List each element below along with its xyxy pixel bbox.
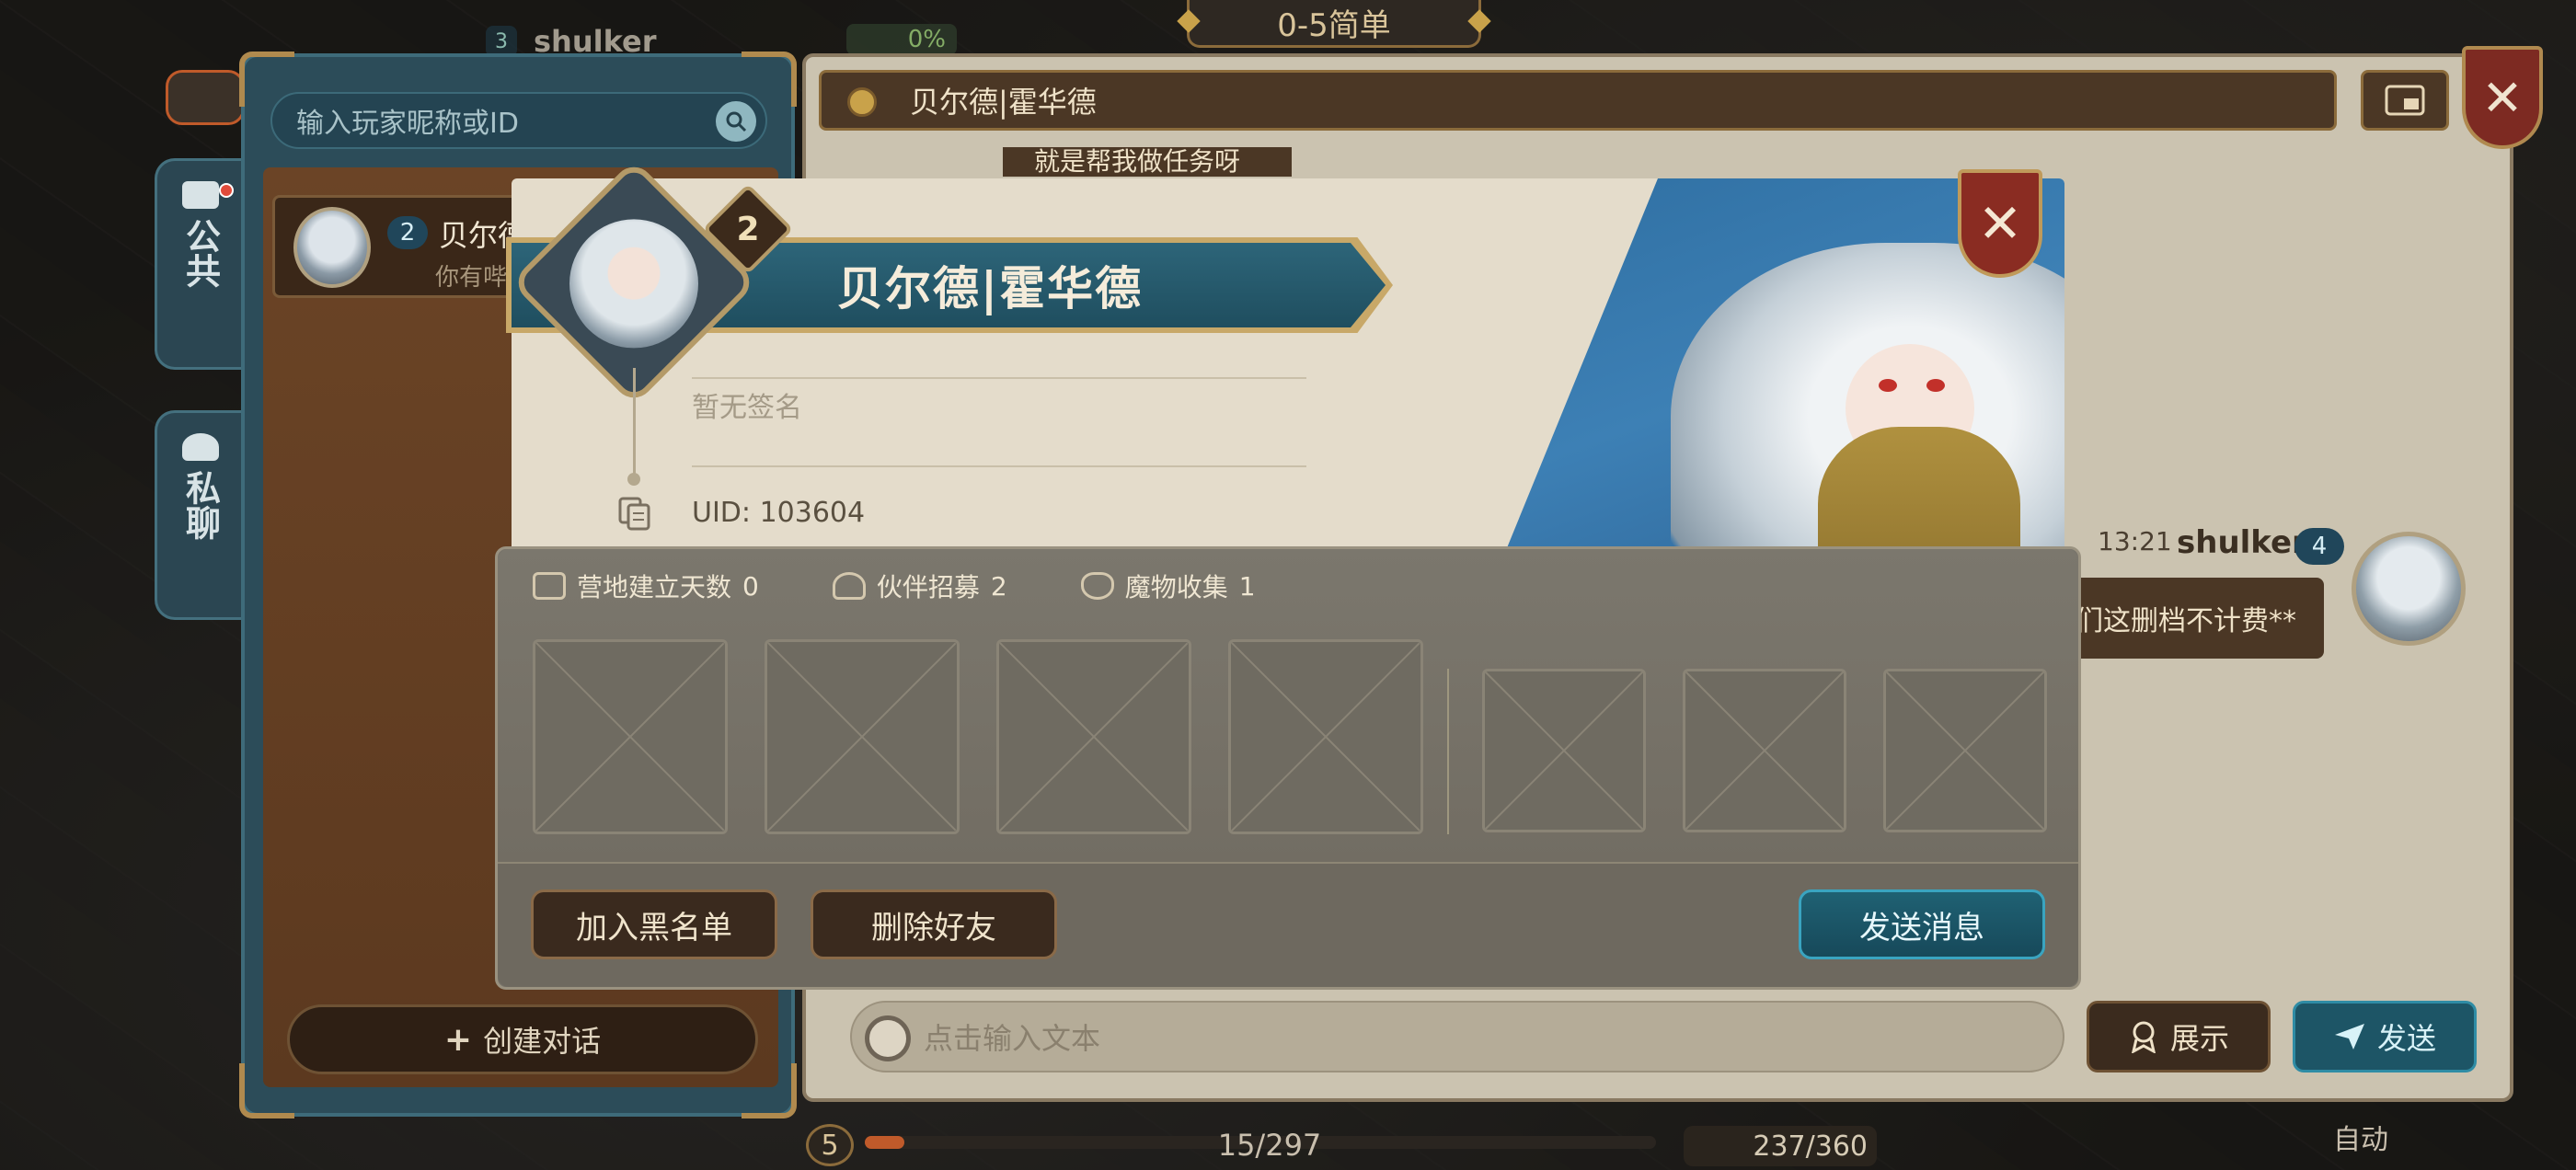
show-button[interactable]: 展示 <box>2087 1001 2271 1072</box>
stat-label: 营地建立天数 <box>577 572 732 602</box>
stage-indicator[interactable]: 0-5简单 <box>1177 0 1491 48</box>
friend-avatar <box>293 207 371 288</box>
tab-public-label: 公共 <box>179 218 221 288</box>
plus-icon: + <box>443 1020 473 1059</box>
stat-monster-collect: 魔物收集 1 <box>1080 568 1256 604</box>
chat-text-input[interactable]: 点击输入文本 <box>850 1001 2064 1072</box>
profile-level: 2 <box>736 210 760 248</box>
profile-name: 贝尔德|霍华德 <box>836 262 1144 315</box>
search-placeholder: 输入玩家昵称或ID <box>296 108 519 140</box>
send-button-label: 发送 <box>2376 1021 2436 1056</box>
bottom-level-badge: 5 <box>806 1124 854 1166</box>
empty-partner-slot[interactable] <box>533 639 728 834</box>
character-eye <box>1926 379 1945 392</box>
empty-partner-slot[interactable] <box>765 639 960 834</box>
send-button[interactable]: 发送 <box>2293 1001 2477 1072</box>
profile-avatar-face <box>569 219 698 349</box>
signature-divider <box>692 377 1306 379</box>
screen-mode-button[interactable] <box>2361 70 2449 131</box>
uid-label: UID: <box>692 497 752 529</box>
slot-divider <box>1447 669 1449 834</box>
signature-divider <box>692 465 1306 467</box>
tab-private-label: 私聊 <box>179 470 221 540</box>
message-time: 13:21 <box>2098 526 2172 556</box>
profile-signature: 暂无签名 <box>692 392 802 424</box>
send-message-button[interactable]: 发送消息 <box>1799 889 2045 959</box>
stat-value: 1 <box>1238 570 1256 602</box>
delete-friend-button[interactable]: 删除好友 <box>811 889 1057 959</box>
sent-message-bubble: 我们这删档不计费** <box>2052 578 2324 659</box>
partner-slots <box>533 639 1423 834</box>
chat-partner-icon <box>847 87 877 117</box>
received-message-snippet: 就是帮我做任务呀 <box>1003 147 1292 177</box>
create-conversation-label: 创建对话 <box>483 1024 602 1059</box>
chat-bubble-icon[interactable] <box>166 70 245 125</box>
medal-icon <box>2131 1021 2156 1053</box>
message-sender-name: shulker <box>2177 524 2307 561</box>
profile-uid: UID: 103604 <box>692 497 865 529</box>
auto-button[interactable]: 自动 <box>2333 1117 2388 1157</box>
profile-close-button[interactable]: ✕ <box>1958 169 2042 278</box>
friend-search-input[interactable]: 输入玩家昵称或ID <box>270 92 767 149</box>
add-to-blacklist-button[interactable]: 加入黑名单 <box>531 889 777 959</box>
tab-public[interactable]: 公共 <box>155 158 243 370</box>
paper-plane-icon <box>2334 1024 2364 1050</box>
resource-counter: 237/360 <box>1684 1126 1877 1166</box>
uid-value: 103604 <box>759 497 866 529</box>
top-player-level: 3 <box>486 26 517 57</box>
friend-level-badge: 2 <box>387 216 428 249</box>
stat-partner-recruit: 伙伴招募 2 <box>832 568 1007 604</box>
chat-header: 贝尔德|霍华德 <box>819 70 2337 131</box>
monster-icon <box>1080 572 1114 600</box>
stat-label: 伙伴招募 <box>876 572 980 602</box>
stat-value: 2 <box>990 570 1007 602</box>
stat-value: 0 <box>742 570 759 602</box>
notification-dot <box>219 183 234 198</box>
stat-label: 魔物收集 <box>1124 572 1228 602</box>
private-chat-icon <box>181 433 219 461</box>
public-chat-icon <box>181 181 219 209</box>
decorative-line <box>633 368 636 478</box>
camp-house-icon <box>533 572 566 600</box>
monster-slots <box>1482 669 2047 832</box>
close-icon: ✕ <box>2481 68 2524 127</box>
screen-mode-icon <box>2385 85 2425 116</box>
chat-input-placeholder: 点击输入文本 <box>924 1021 1101 1056</box>
empty-monster-slot[interactable] <box>1883 669 2047 832</box>
stage-progress-fill <box>865 1136 904 1149</box>
profile-card-body: 营地建立天数 0 伙伴招募 2 魔物收集 1 加入黑名单 删除好友 发送消息 <box>495 546 2081 990</box>
empty-partner-slot[interactable] <box>1228 639 1423 834</box>
empty-monster-slot[interactable] <box>1683 669 1846 832</box>
stage-label: 0-5简单 <box>1277 7 1391 44</box>
stat-camp-days: 营地建立天数 0 <box>533 568 759 604</box>
decorative-dot <box>627 473 640 486</box>
profile-stats: 营地建立天数 0 伙伴招募 2 魔物收集 1 <box>533 568 1256 604</box>
top-percent-badge: 0% <box>846 24 957 55</box>
message-sender-level: 4 <box>2294 528 2344 565</box>
character-eye <box>1879 379 1897 392</box>
voice-icon[interactable] <box>865 1015 911 1061</box>
tab-private[interactable]: 私聊 <box>155 410 243 620</box>
empty-partner-slot[interactable] <box>996 639 1191 834</box>
search-icon[interactable] <box>716 101 756 142</box>
chat-header-title: 贝尔德|霍华德 <box>910 85 1097 120</box>
self-avatar[interactable] <box>2352 532 2466 646</box>
show-button-label: 展示 <box>2169 1021 2229 1056</box>
create-conversation-button[interactable]: + 创建对话 <box>287 1004 758 1074</box>
empty-monster-slot[interactable] <box>1482 669 1646 832</box>
copy-uid-icon[interactable] <box>616 495 653 532</box>
close-icon: ✕ <box>1977 192 2023 255</box>
chat-close-button[interactable]: ✕ <box>2462 46 2543 149</box>
stage-progress-text: 15/297 <box>1217 1128 1322 1163</box>
partners-icon <box>832 572 866 600</box>
